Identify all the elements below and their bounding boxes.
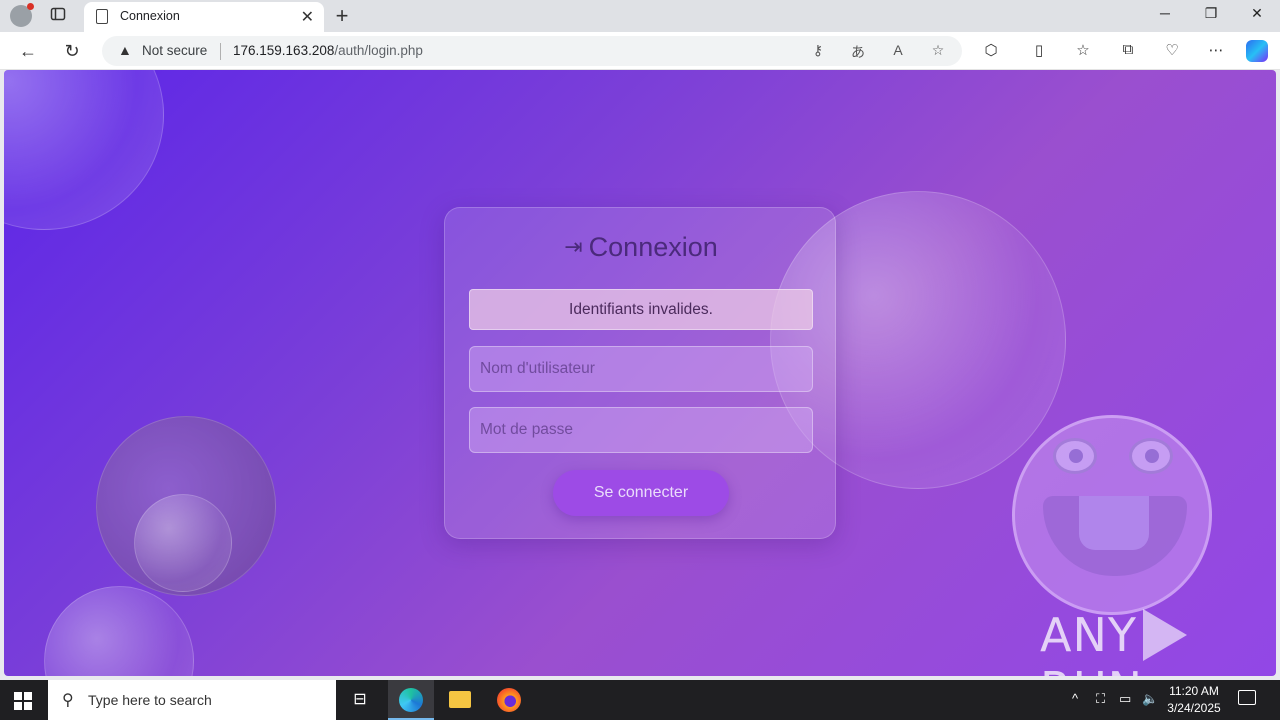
error-alert: Identifiants invalides.	[469, 289, 813, 330]
clock-time: 11:20 AM	[1169, 684, 1219, 698]
taskbar: ⚲ Type here to search ⊟ ^ ⛶ ▭ 🔈 11:20 AM…	[0, 680, 1280, 720]
system-clock[interactable]: 11:20 AM 3/24/2025	[1160, 683, 1228, 717]
volume-icon[interactable]: 🔈	[1142, 691, 1158, 707]
copilot-icon[interactable]	[1246, 40, 1268, 62]
page-icon	[96, 9, 108, 24]
task-view-icon[interactable]: ⊟	[348, 688, 372, 712]
collections-icon[interactable]: ⧉	[1117, 41, 1139, 58]
edge-icon[interactable]	[399, 688, 423, 712]
security-label[interactable]: Not secure	[142, 43, 207, 58]
network-icon[interactable]: ▭	[1119, 691, 1131, 707]
smiley-bubble	[1012, 415, 1212, 615]
page-title: ⇥ Connexion	[445, 232, 837, 263]
tab-connexion[interactable]: Connexion ✕	[84, 2, 324, 32]
new-tab-icon[interactable]: +	[330, 3, 354, 29]
translate-icon[interactable]: あ	[848, 42, 868, 62]
url-host: 176.159.163.208	[233, 43, 335, 58]
read-aloud-icon[interactable]: A	[888, 42, 908, 58]
decor-bubble	[44, 586, 194, 676]
close-tab-icon[interactable]: ✕	[301, 7, 314, 27]
smiley-tooth	[1079, 496, 1149, 550]
clock-date: 3/24/2025	[1167, 701, 1221, 715]
close-window-icon[interactable]: ✕	[1242, 5, 1272, 22]
page-viewport: ANYRUN ⇥Connexion Identifiants invalides…	[4, 70, 1276, 676]
tray-device-icon[interactable]: ⛶	[1096, 691, 1105, 707]
divider	[220, 43, 221, 60]
tab-actions-icon[interactable]	[50, 6, 70, 26]
tray-chevron-icon[interactable]: ^	[1072, 691, 1078, 706]
watermark-right: RUN	[1040, 662, 1143, 676]
favorite-star-icon[interactable]: ☆	[928, 42, 948, 59]
back-icon[interactable]: ←	[16, 40, 40, 62]
key-icon[interactable]: ⚷	[808, 42, 828, 59]
favorites-icon[interactable]: ☆	[1072, 41, 1094, 59]
split-screen-icon[interactable]: ▯	[1028, 41, 1050, 59]
watermark-left: ANY	[1040, 608, 1137, 662]
firefox-icon[interactable]	[497, 688, 521, 712]
profile-icon[interactable]	[10, 3, 34, 27]
warning-icon[interactable]: ▲	[118, 42, 132, 58]
decor-bubble	[4, 70, 164, 230]
extensions-icon[interactable]: ⬡	[980, 41, 1002, 59]
file-explorer-icon[interactable]	[449, 691, 471, 708]
windows-start-icon[interactable]	[14, 692, 32, 710]
username-input[interactable]	[469, 346, 813, 392]
login-icon: ⇥	[564, 234, 583, 259]
password-input[interactable]	[469, 407, 813, 453]
address-toolbar: ← ↻ ▲ Not secure 176.159.163.208/auth/lo…	[0, 32, 1280, 70]
smiley-eye	[1053, 438, 1097, 474]
address-bar[interactable]: ▲ Not secure 176.159.163.208/auth/login.…	[102, 36, 962, 66]
tab-title: Connexion	[120, 9, 180, 23]
smiley-eye	[1129, 438, 1173, 474]
play-icon	[1142, 609, 1187, 661]
browser-essentials-icon[interactable]: ♡	[1161, 41, 1183, 59]
login-card: ⇥Connexion Identifiants invalides. Se co…	[444, 207, 836, 539]
anyrun-watermark: ANYRUN	[1040, 608, 1276, 676]
decor-bubble	[134, 494, 232, 592]
minimize-icon[interactable]: ─	[1150, 5, 1180, 21]
notification-icon[interactable]	[1238, 690, 1256, 705]
more-options-icon[interactable]: ⋯	[1205, 41, 1227, 59]
url-text[interactable]: 176.159.163.208/auth/login.php	[233, 43, 423, 58]
reload-icon[interactable]: ↻	[60, 40, 84, 62]
search-icon: ⚲	[62, 692, 74, 709]
login-button[interactable]: Se connecter	[553, 470, 729, 516]
restore-icon[interactable]: ❐	[1196, 5, 1226, 22]
taskbar-search[interactable]: ⚲ Type here to search	[48, 680, 336, 720]
search-placeholder: Type here to search	[88, 692, 212, 708]
browser-tab-strip: Connexion ✕ + ─ ❐ ✕	[0, 0, 1280, 32]
heading-text: Connexion	[588, 232, 718, 262]
url-path: /auth/login.php	[334, 43, 423, 58]
